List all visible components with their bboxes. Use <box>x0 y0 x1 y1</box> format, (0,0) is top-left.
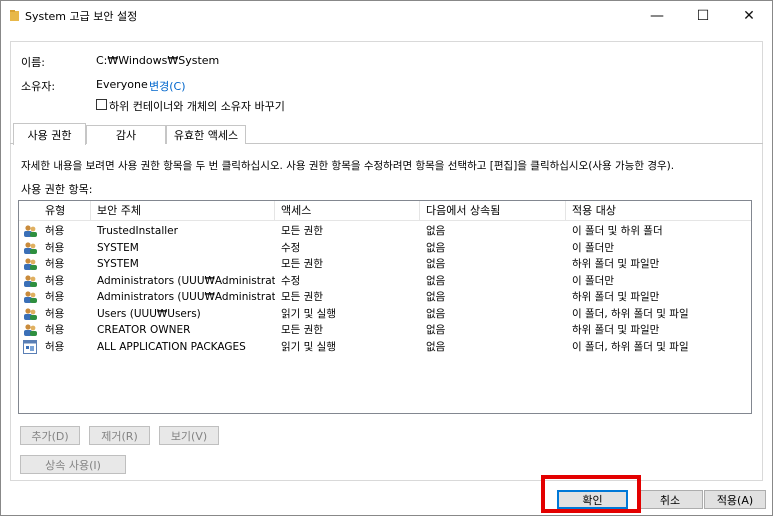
table-header: 유형 보안 주체 액세스 다음에서 상속됨 적용 대상 <box>19 201 751 221</box>
cell-access: 읽기 및 실행 <box>281 340 336 353</box>
cell-access: 수정 <box>281 274 301 287</box>
cell-principal: CREATOR OWNER <box>97 324 191 336</box>
cell-access: 모든 권한 <box>281 291 323 303</box>
cell-type: 허용 <box>45 307 65 320</box>
apply-button[interactable]: 적용(A) <box>704 490 766 509</box>
tab-effective-access-label: 유효한 액세스 <box>173 129 239 142</box>
cell-type: 허용 <box>45 241 65 254</box>
cell-type: 허용 <box>45 274 65 287</box>
cell-type: 허용 <box>45 291 65 303</box>
cell-access: 읽기 및 실행 <box>281 307 336 320</box>
cell-type: 허용 <box>45 258 65 270</box>
replace-owner-label: 하위 컨테이너와 개체의 소유자 바꾸기 <box>109 100 285 113</box>
cell-access: 모든 권한 <box>281 225 323 237</box>
column-type[interactable]: 유형 <box>19 201 91 221</box>
cell-applies: 하위 폴더 및 파일만 <box>572 258 660 270</box>
cell-applies: 이 폴더만 <box>572 274 614 287</box>
table-row[interactable]: 허용 Administrators (UUU₩Administrato... 수정 없… <box>19 273 751 289</box>
table-row[interactable]: 허용 TrustedInstaller 모든 권한 없음 이 폴더 및 하위 폴더 <box>19 223 751 239</box>
cell-principal: Users (UUU₩Users) <box>97 307 201 320</box>
owner-label: 소유자: <box>21 80 56 93</box>
enable-inheritance-button[interactable]: 상속 사용(I) <box>20 455 126 474</box>
tab-permissions[interactable]: 사용 권한 <box>13 123 86 145</box>
highlight-box <box>541 475 641 513</box>
cell-principal: SYSTEM <box>97 258 139 270</box>
cell-applies: 하위 폴더 및 파일만 <box>572 324 660 336</box>
tab-auditing-label: 감사 <box>115 129 137 142</box>
close-icon: ✕ <box>743 8 755 24</box>
cell-access: 모든 권한 <box>281 258 323 270</box>
view-button[interactable]: 보기(V) <box>159 426 219 445</box>
tab-auditing[interactable]: 감사 <box>86 125 166 144</box>
cell-type: 허용 <box>45 340 65 353</box>
column-inherited-from[interactable]: 다음에서 상속됨 <box>420 201 566 221</box>
folder-icon <box>10 10 19 21</box>
table-row[interactable]: 허용 CREATOR OWNER 모든 권한 없음 하위 폴더 및 파일만 <box>19 322 751 338</box>
cell-applies: 하위 폴더 및 파일만 <box>572 291 660 303</box>
change-owner-link[interactable]: 변경(C) <box>149 78 186 94</box>
close-button[interactable]: ✕ <box>726 1 772 31</box>
cell-type: 허용 <box>45 324 65 336</box>
owner-value: Everyone <box>96 78 148 91</box>
tab-permissions-label: 사용 권한 <box>27 128 72 142</box>
name-value: C:₩Windows₩System <box>96 54 220 67</box>
replace-owner-checkbox[interactable] <box>96 99 107 110</box>
table-row[interactable]: 허용 Administrators (UUU₩Administrato... 모든 … <box>19 289 751 305</box>
entries-label: 사용 권한 항목: <box>21 183 93 196</box>
add-button[interactable]: 추가(D) <box>20 426 80 445</box>
cell-applies: 이 폴더, 하위 폴더 및 파일 <box>572 340 689 353</box>
column-access[interactable]: 액세스 <box>275 201 420 221</box>
cell-inherited: 없음 <box>426 258 446 270</box>
column-principal[interactable]: 보안 주체 <box>91 201 275 221</box>
maximize-icon: ☐ <box>696 8 710 24</box>
permission-entries-table[interactable]: 유형 보안 주체 액세스 다음에서 상속됨 적용 대상 허용 TrustedIns… <box>18 200 752 414</box>
cell-principal: SYSTEM <box>97 241 139 254</box>
name-label: 이름: <box>21 56 45 69</box>
cell-inherited: 없음 <box>426 307 446 320</box>
cell-principal: TrustedInstaller <box>97 225 178 237</box>
window-title: System 고급 보안 설정 <box>25 10 138 23</box>
minimize-icon: — <box>650 8 664 24</box>
cell-inherited: 없음 <box>426 324 446 336</box>
instructions-text: 자세한 내용을 보려면 사용 권한 항목을 두 번 클릭하십시오. 사용 권한 … <box>21 160 675 172</box>
title-bar[interactable]: System 고급 보안 설정 — ☐ ✕ <box>1 1 772 31</box>
table-row[interactable]: 허용 SYSTEM 모든 권한 없음 하위 폴더 및 파일만 <box>19 256 751 272</box>
table-row[interactable]: 허용 SYSTEM 수정 없음 이 폴더만 <box>19 240 751 256</box>
cell-type: 허용 <box>45 225 65 237</box>
minimize-button[interactable]: — <box>634 1 680 31</box>
cell-inherited: 없음 <box>426 225 446 237</box>
cell-applies: 이 폴더만 <box>572 241 614 254</box>
cell-principal: Administrators (UUU₩Administrato... <box>97 274 275 287</box>
tab-effective-access[interactable]: 유효한 액세스 <box>166 125 246 144</box>
cell-inherited: 없음 <box>426 274 446 287</box>
security-settings-window: System 고급 보안 설정 — ☐ ✕ 이름: C:₩Windows₩Sys… <box>0 0 773 516</box>
cell-applies: 이 폴더, 하위 폴더 및 파일 <box>572 307 689 320</box>
remove-button[interactable]: 제거(R) <box>89 426 150 445</box>
maximize-button[interactable]: ☐ <box>680 1 726 31</box>
cell-applies: 이 폴더 및 하위 폴더 <box>572 225 663 237</box>
cancel-button[interactable]: 취소 <box>637 490 703 509</box>
table-row[interactable]: 허용 Users (UUU₩Users) 읽기 및 실행 없음 이 폴더, 하위 폴더 … <box>19 306 751 322</box>
cell-inherited: 없음 <box>426 340 446 353</box>
cell-access: 수정 <box>281 241 301 254</box>
cell-access: 모든 권한 <box>281 324 323 336</box>
table-row[interactable]: 허용 ALL APPLICATION PACKAGES 읽기 및 실행 없음 이 폴더,… <box>19 339 751 355</box>
cell-principal: ALL APPLICATION PACKAGES <box>97 340 246 353</box>
column-applies-to[interactable]: 적용 대상 <box>566 201 751 221</box>
cell-inherited: 없음 <box>426 241 446 254</box>
cell-inherited: 없음 <box>426 291 446 303</box>
cell-principal: Administrators (UUU₩Administrato... <box>97 291 275 303</box>
